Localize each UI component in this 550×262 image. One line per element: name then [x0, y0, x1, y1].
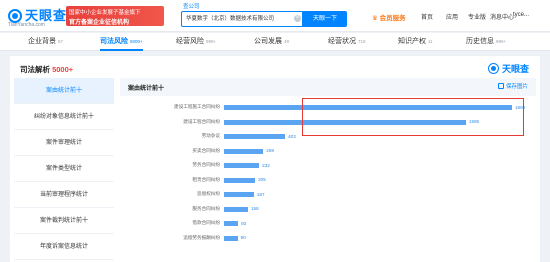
section-title: 司法解析 5000+ [20, 65, 74, 74]
nav-messages[interactable]: 消息中心 [490, 12, 514, 21]
value-label: 197 [256, 191, 265, 197]
save-image-button[interactable]: 保存图片 [497, 82, 528, 90]
tab-company-background[interactable]: 企业背景 87 [28, 33, 63, 51]
sidebar-item-dispute-party[interactable]: 纠纷对象信息统计前十 [14, 104, 114, 130]
nav-apps[interactable]: 应用 [446, 12, 458, 21]
banner-line-2: 官方备案企业征信机构 [69, 20, 130, 26]
logo-text: 天眼查 [25, 8, 68, 23]
category-label: 建设工程合同纠纷 [183, 118, 220, 124]
category-label: 建设工程施工合同纠纷 [174, 104, 220, 109]
sidebar-item-yearly[interactable]: 年度诉案信息统计 [14, 234, 114, 260]
promo-banner[interactable]: 国家中小企业发展子基金旗下 官方备案企业征信机构 [66, 6, 164, 26]
analysis-sidebar: 案由统计前十 纠纷对象信息统计前十 案件审理统计 案件类型统计 当前审理程序统计… [14, 78, 114, 262]
value-label: 232 [262, 162, 270, 168]
search-input[interactable]: 华夏数字（北京）数据技术有限公司 [181, 11, 303, 27]
value-label: 259 [266, 148, 274, 153]
bar[interactable] [224, 134, 286, 139]
chart-header: 案由统计前十 保存图片 [120, 78, 536, 96]
vip-label: 会员服务 [379, 15, 406, 22]
category-label: 追偿劳务报酬纠纷 [183, 234, 220, 240]
sidebar-item-case-cause[interactable]: 案由统计前十 [14, 78, 114, 104]
value-label: 158 [250, 206, 259, 211]
tab-operating-risk[interactable]: 经营风险 999+ [176, 33, 216, 51]
sidebar-item-case-type[interactable]: 案件类型统计 [14, 156, 114, 182]
vip-service-link[interactable]: ♛ 会员服务 [372, 12, 406, 22]
tab-history[interactable]: 历史信息 999+ [466, 33, 506, 51]
banner-line-1: 国家中小企业发展子基金旗下 [69, 10, 141, 16]
bar[interactable] [224, 163, 260, 168]
bar[interactable] [224, 177, 256, 183]
sidebar-item-judgment[interactable]: 案件裁判统计前十 [14, 208, 114, 234]
category-label: 劳动争议 [201, 133, 220, 138]
watermark-logo: 天眼查 [488, 62, 529, 75]
value-label: 403 [288, 133, 296, 139]
bar[interactable] [224, 221, 239, 226]
category-label: 服务合同纠纷 [192, 205, 220, 211]
search-button[interactable]: 天眼一下 [303, 11, 347, 27]
nav-pro[interactable]: 专业版 [468, 12, 486, 21]
eye-logo-icon [8, 9, 22, 23]
category-label: 劳务合同纠纷 [192, 162, 220, 167]
nav-user[interactable]: tyce... [513, 12, 529, 18]
bar[interactable] [224, 206, 248, 212]
category-label: 买卖合同纠纷 [192, 147, 220, 153]
clear-icon[interactable]: × [294, 15, 301, 22]
category-label: 租赁合同纠纷 [192, 176, 220, 182]
bar[interactable] [224, 235, 238, 241]
value-label: 90 [240, 235, 246, 240]
value-label: 93 [241, 220, 247, 226]
eye-logo-icon [488, 63, 499, 74]
section-tabs: 企业背景 87 司法风险 5000+ 经营风险 999+ 公司发展 49 经营状况 719… [0, 33, 550, 51]
highlight-box [302, 98, 524, 136]
crown-icon: ♛ [372, 15, 378, 22]
bar[interactable] [224, 192, 254, 197]
tab-judicial-risk[interactable]: 司法风险 5000+ [100, 33, 143, 51]
top-header: 天眼查 TianYancha.com 国家中小企业发展子基金旗下 官方备案企业征… [0, 0, 550, 32]
chart-title: 案由统计前十 [128, 86, 165, 92]
value-label: 205 [258, 177, 266, 182]
sidebar-item-procedure[interactable]: 当前审理程序统计 [14, 182, 114, 208]
search-type-tab[interactable]: 查公司 [183, 2, 200, 10]
category-label: 追偿权纠纷 [197, 191, 220, 196]
nav-home[interactable]: 首页 [421, 12, 433, 21]
section-count: 5000+ [52, 65, 74, 74]
tab-intellectual-property[interactable]: 知识产权 11 [398, 33, 433, 51]
tab-company-development[interactable]: 公司发展 49 [254, 33, 289, 51]
category-label: 借款合同纠纷 [192, 220, 220, 225]
sidebar-item-trial[interactable]: 案件审理统计 [14, 130, 114, 156]
bar[interactable] [224, 148, 264, 154]
image-icon [497, 83, 504, 89]
judicial-analysis-panel: 司法解析 5000+ 天眼查 案由统计前十 纠纷对象信息统计前十 案件审理统计 … [10, 56, 540, 262]
logo-domain: TianYancha.com [8, 22, 45, 28]
tab-business-status[interactable]: 经营状况 719 [328, 33, 366, 51]
